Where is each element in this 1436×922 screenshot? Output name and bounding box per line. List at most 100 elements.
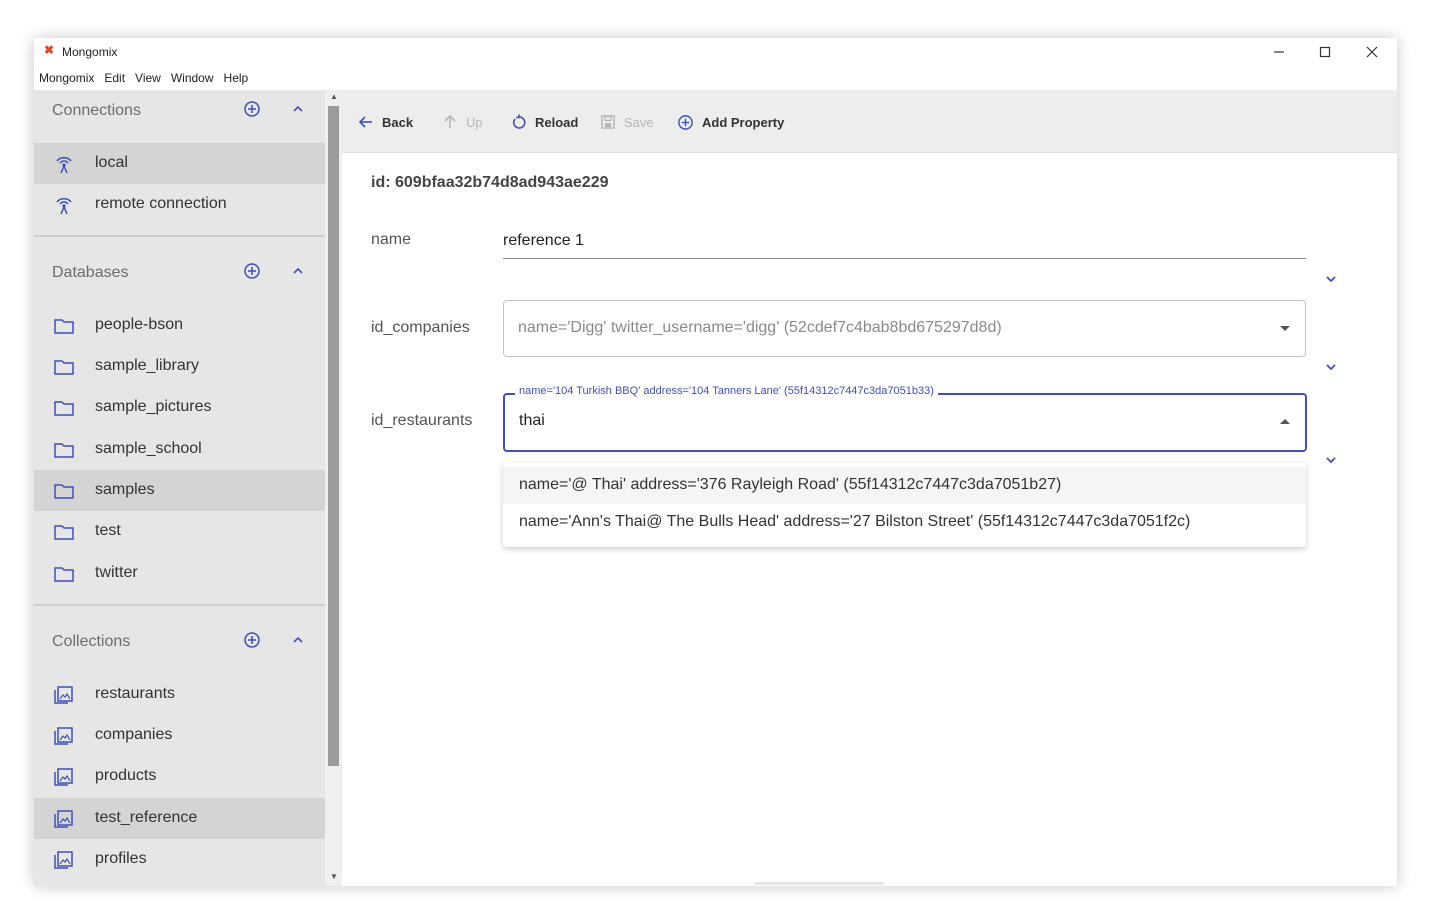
database-label: people-bson: [95, 316, 184, 333]
add-collection-icon[interactable]: [243, 631, 261, 649]
back-label: Back: [382, 114, 414, 130]
database-label: sample_school: [95, 440, 202, 457]
menu-view[interactable]: View: [130, 68, 166, 88]
database-label: twitter: [95, 564, 138, 581]
up-label: Up: [466, 114, 483, 130]
dropdown-arrow-up-icon[interactable]: [1280, 419, 1290, 424]
database-item[interactable]: people-bson: [34, 305, 325, 346]
collection-icon: [54, 686, 73, 704]
expand-name-icon[interactable]: [1321, 269, 1341, 289]
collection-label: restaurants: [95, 685, 176, 702]
id-companies-value: name='Digg' twitter_username='digg' (52c…: [518, 319, 1002, 336]
app-logo-icon: ✖: [44, 43, 55, 57]
database-item[interactable]: sample_pictures: [34, 387, 325, 428]
document-id: id: 609bfaa32b74d8ad943ae229: [371, 174, 609, 191]
collections-header: Collections: [34, 621, 325, 665]
collection-label: profiles: [95, 850, 147, 867]
add-property-button[interactable]: Add Property: [677, 110, 784, 134]
add-database-icon[interactable]: [243, 262, 261, 280]
folder-icon: [54, 525, 74, 540]
collection-item[interactable]: test_reference: [34, 798, 325, 839]
connection-label: local: [95, 154, 128, 171]
toolbar: Back Up Reload Save Add Property: [342, 90, 1397, 153]
collapse-databases-icon[interactable]: [289, 262, 307, 280]
window-title: Mongomix: [62, 45, 118, 59]
id-restaurants-autocomplete[interactable]: [503, 393, 1307, 452]
option-item[interactable]: name='Ann's Thai@ The Bulls Head' addres…: [503, 504, 1306, 541]
database-label: test: [95, 522, 121, 539]
arrow-up-icon: [444, 114, 456, 128]
option-item[interactable]: name='@ Thai' address='376 Rayleigh Road…: [503, 467, 1306, 504]
collection-icon: [54, 768, 73, 786]
option-label: name='Ann's Thai@ The Bulls Head' addres…: [519, 513, 1191, 530]
folder-icon: [54, 319, 74, 334]
field-label-id-companies: id_companies: [371, 319, 470, 336]
scroll-up-arrow-icon[interactable]: ▲: [327, 92, 341, 101]
menu-window[interactable]: Window: [166, 68, 219, 88]
save-button[interactable]: Save: [600, 110, 654, 134]
collection-icon: [54, 851, 73, 869]
collection-icon: [54, 810, 73, 828]
database-item[interactable]: test: [34, 511, 325, 552]
sidebar-scroll-thumb[interactable]: [328, 106, 339, 766]
back-button[interactable]: Back: [358, 110, 413, 134]
database-item[interactable]: twitter: [34, 553, 325, 594]
title-bar: ✖ Mongomix: [34, 38, 1397, 66]
app-window: ✖ Mongomix Mongomix Edit View Window Hel…: [34, 38, 1397, 886]
collection-item[interactable]: companies: [34, 715, 325, 756]
connection-label: remote connection: [95, 195, 227, 212]
collection-item[interactable]: profiles: [34, 839, 325, 880]
scroll-down-arrow-icon[interactable]: ▼: [327, 872, 341, 881]
reload-button[interactable]: Reload: [511, 110, 578, 134]
connection-item-remote[interactable]: remote connection: [34, 184, 325, 225]
section-divider: [34, 235, 325, 237]
menu-edit[interactable]: Edit: [99, 68, 130, 88]
restaurant-search-input[interactable]: [519, 412, 1259, 430]
menu-mongomix[interactable]: Mongomix: [34, 68, 99, 88]
collection-label: test_reference: [95, 809, 198, 826]
option-label: name='@ Thai' address='376 Rayleigh Road…: [519, 476, 1062, 493]
connection-item-local[interactable]: local: [34, 143, 325, 184]
expand-id-companies-icon[interactable]: [1321, 357, 1341, 377]
dropdown-arrow-icon[interactable]: [1280, 326, 1290, 331]
collection-label: companies: [95, 726, 173, 743]
databases-title: Databases: [52, 264, 129, 281]
close-icon[interactable]: [1349, 38, 1395, 66]
name-field-value: reference 1: [503, 232, 584, 249]
minimize-icon[interactable]: [1256, 38, 1302, 66]
arrow-left-icon: [358, 116, 372, 128]
save-icon: [601, 115, 615, 129]
menu-help[interactable]: Help: [219, 68, 254, 88]
id-companies-select[interactable]: name='Digg' twitter_username='digg' (52c…: [503, 300, 1306, 357]
name-field[interactable]: reference 1: [503, 230, 1306, 259]
field-label-id-restaurants: id_restaurants: [371, 412, 473, 429]
antenna-icon: [56, 156, 72, 174]
folder-icon: [54, 484, 74, 499]
autocomplete-options: name='@ Thai' address='376 Rayleigh Road…: [503, 463, 1306, 547]
collection-label: products: [95, 767, 157, 784]
collection-item[interactable]: restaurants: [34, 674, 325, 715]
menu-bar: Mongomix Edit View Window Help: [34, 68, 253, 88]
expand-id-restaurants-icon[interactable]: [1321, 450, 1341, 470]
collapse-connections-icon[interactable]: [289, 100, 307, 118]
database-item[interactable]: sample_school: [34, 429, 325, 470]
add-circle-icon: [678, 114, 693, 130]
up-button[interactable]: Up: [442, 110, 483, 134]
restaurant-current-value-label: name='104 Turkish BBQ' address='104 Tann…: [515, 385, 938, 397]
field-label-name: name: [371, 231, 412, 248]
collection-item[interactable]: products: [34, 756, 325, 797]
reload-icon: [512, 114, 526, 129]
database-item[interactable]: samples: [34, 470, 325, 511]
add-property-label: Add Property: [702, 114, 785, 130]
bottom-scroll-hint: [754, 882, 884, 885]
maximize-icon[interactable]: [1302, 38, 1348, 66]
antenna-icon: [56, 197, 72, 215]
database-label: sample_pictures: [95, 398, 212, 415]
add-connection-icon[interactable]: [243, 100, 261, 118]
collection-icon: [54, 727, 73, 745]
collapse-collections-icon[interactable]: [289, 631, 307, 649]
connections-header: Connections: [34, 90, 325, 134]
document-editor: Back Up Reload Save Add Property id: 609…: [342, 90, 1397, 886]
database-label: samples: [95, 481, 155, 498]
database-item[interactable]: sample_library: [34, 346, 325, 387]
